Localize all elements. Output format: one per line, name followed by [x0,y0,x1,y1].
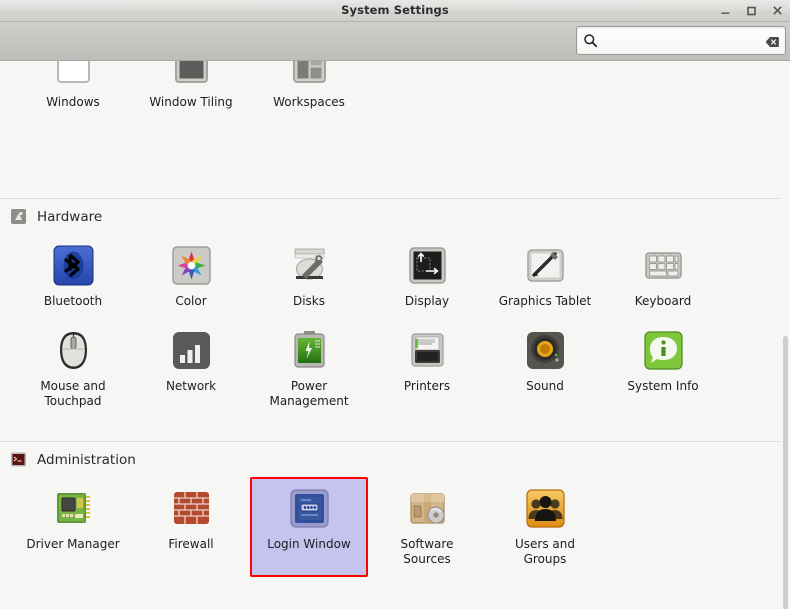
scrollbar-thumb[interactable] [783,336,788,609]
network-icon [168,327,215,374]
software-sources-icon [404,485,451,532]
search-input[interactable] [602,27,761,54]
keyboard-icon [640,242,687,289]
power-management-icon [286,327,333,374]
window-tiling-icon [168,61,215,90]
settings-item-label: Sound [526,379,564,393]
settings-item-login-window[interactable]: Login Window [250,477,368,577]
settings-item-label: Graphics Tablet [498,294,592,308]
partial-top-row: Windows Window Tiling Workspaces [0,61,790,120]
settings-item-label: Mouse and Touchpad [40,379,106,408]
window-controls [719,0,784,21]
settings-item-system-info[interactable]: System Info [604,319,722,419]
settings-item-keyboard[interactable]: Keyboard [604,234,722,319]
settings-item-label: Network [165,379,217,393]
window-title: System Settings [341,3,449,17]
settings-item-label: Window Tiling [149,95,233,109]
settings-item-display[interactable]: Display [368,234,486,319]
bluetooth-icon [50,242,97,289]
titlebar: System Settings [0,0,790,22]
graphics-tablet-icon [522,242,569,289]
settings-item-driver-manager[interactable]: Driver Manager [14,477,132,577]
settings-item-color[interactable]: Color [132,234,250,319]
settings-item-label: Display [404,294,450,308]
settings-item-label: Bluetooth [43,294,103,308]
settings-item-bluetooth[interactable]: Bluetooth [14,234,132,319]
windows-icon [50,61,97,90]
color-icon [168,242,215,289]
settings-item-label: System Info [627,379,699,393]
settings-item-label: Users and Groups [515,537,575,566]
settings-item-mouse-and-touchpad[interactable]: Mouse and Touchpad [14,319,132,419]
settings-content: Windows Window Tiling Workspaces Hardwar… [0,61,790,609]
workspaces-icon [286,61,333,90]
system-settings-window: System Settings Windows Window Tiling Wo… [0,0,790,609]
printers-icon [404,327,451,374]
settings-item-users-and-groups[interactable]: Users and Groups [486,477,604,577]
section-header-hardware: Hardware [0,199,790,230]
maximize-icon[interactable] [745,4,758,17]
settings-item-power-management[interactable]: Power Management [250,319,368,419]
settings-item-label: Firewall [168,537,214,551]
settings-item-workspaces[interactable]: Workspaces [250,61,368,120]
sound-icon [522,327,569,374]
settings-item-label: Power Management [269,379,349,408]
login-window-icon [286,485,333,532]
settings-item-label: Printers [403,379,451,393]
hardware-icon [10,208,27,225]
settings-item-software-sources[interactable]: Software Sources [368,477,486,577]
settings-item-windows[interactable]: Windows [14,61,132,120]
settings-item-label: Disks [292,294,326,308]
hardware-grid: Bluetooth Color Disks Display Graphics T… [0,230,790,419]
section-header-administration: Administration [0,442,790,473]
settings-item-label: Driver Manager [26,537,120,551]
search-box[interactable] [576,26,786,55]
settings-item-printers[interactable]: Printers [368,319,486,419]
settings-item-label: Keyboard [634,294,692,308]
settings-item-window-tiling[interactable]: Window Tiling [132,61,250,120]
search-icon [583,33,598,48]
close-icon[interactable] [771,4,784,17]
section-title: Administration [37,451,136,468]
settings-item-label: Software Sources [400,537,454,566]
disks-icon [286,242,333,289]
administration-icon [10,451,27,468]
settings-item-sound[interactable]: Sound [486,319,604,419]
clear-icon[interactable] [765,34,779,48]
administration-grid: Driver Manager Firewall Login Window Sof… [0,473,790,577]
settings-item-label: Windows [46,95,100,109]
settings-item-label: Workspaces [273,95,345,109]
toolbar [0,22,790,61]
settings-item-graphics-tablet[interactable]: Graphics Tablet [486,234,604,319]
mouse-touchpad-icon [50,327,97,374]
display-icon [404,242,451,289]
system-info-icon [640,327,687,374]
vertical-scrollbar[interactable] [781,61,790,609]
minimize-icon[interactable] [719,4,732,17]
section-title: Hardware [37,208,103,225]
driver-manager-icon [50,485,97,532]
settings-item-label: Login Window [267,537,351,551]
users-groups-icon [522,485,569,532]
settings-item-network[interactable]: Network [132,319,250,419]
settings-item-label: Color [175,294,207,308]
firewall-icon [168,485,215,532]
settings-item-firewall[interactable]: Firewall [132,477,250,577]
settings-item-disks[interactable]: Disks [250,234,368,319]
